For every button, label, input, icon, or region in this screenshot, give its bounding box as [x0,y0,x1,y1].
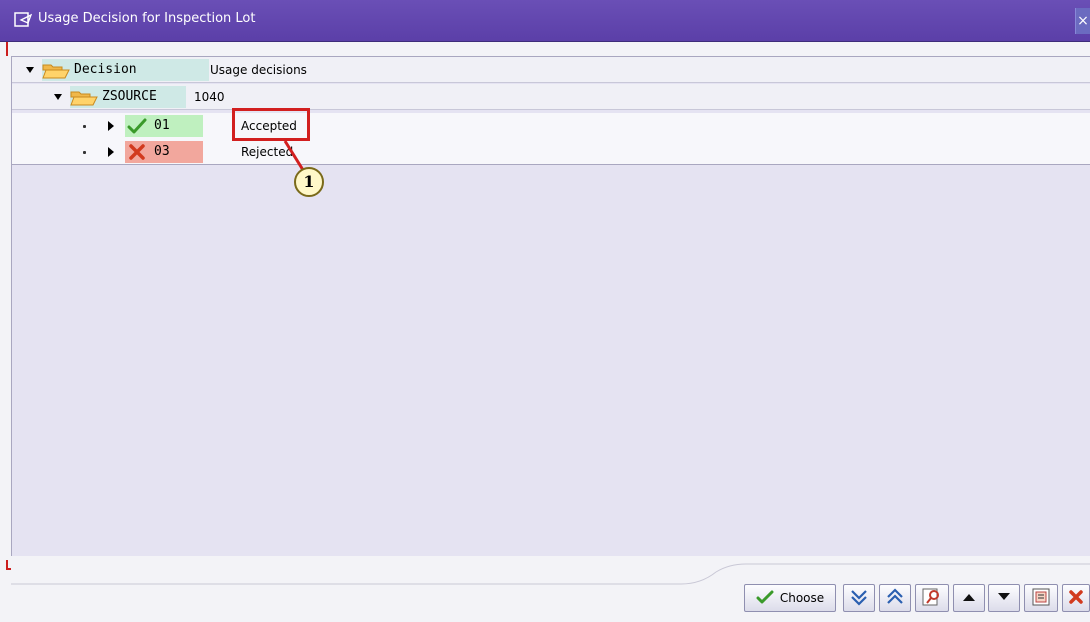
find-icon [921,587,943,610]
details-button[interactable] [1024,584,1058,612]
callout-line [283,140,305,171]
choose-label: Choose [779,591,825,605]
expand-all-icon [849,587,869,610]
check-icon [756,590,774,607]
choose-button[interactable]: Choose [744,584,836,612]
details-icon [1031,587,1051,610]
expand-all-button[interactable] [843,584,875,612]
collapse-all-button[interactable] [879,584,911,612]
scroll-up-button[interactable] [953,584,985,612]
scroll-down-icon [996,591,1012,606]
find-button[interactable] [915,584,949,612]
cancel-button[interactable] [1062,584,1090,612]
scroll-down-button[interactable] [988,584,1020,612]
cancel-icon [1068,589,1084,608]
callout-number: 1 [294,167,324,197]
collapse-all-icon [885,587,905,610]
scroll-up-icon [961,591,977,606]
